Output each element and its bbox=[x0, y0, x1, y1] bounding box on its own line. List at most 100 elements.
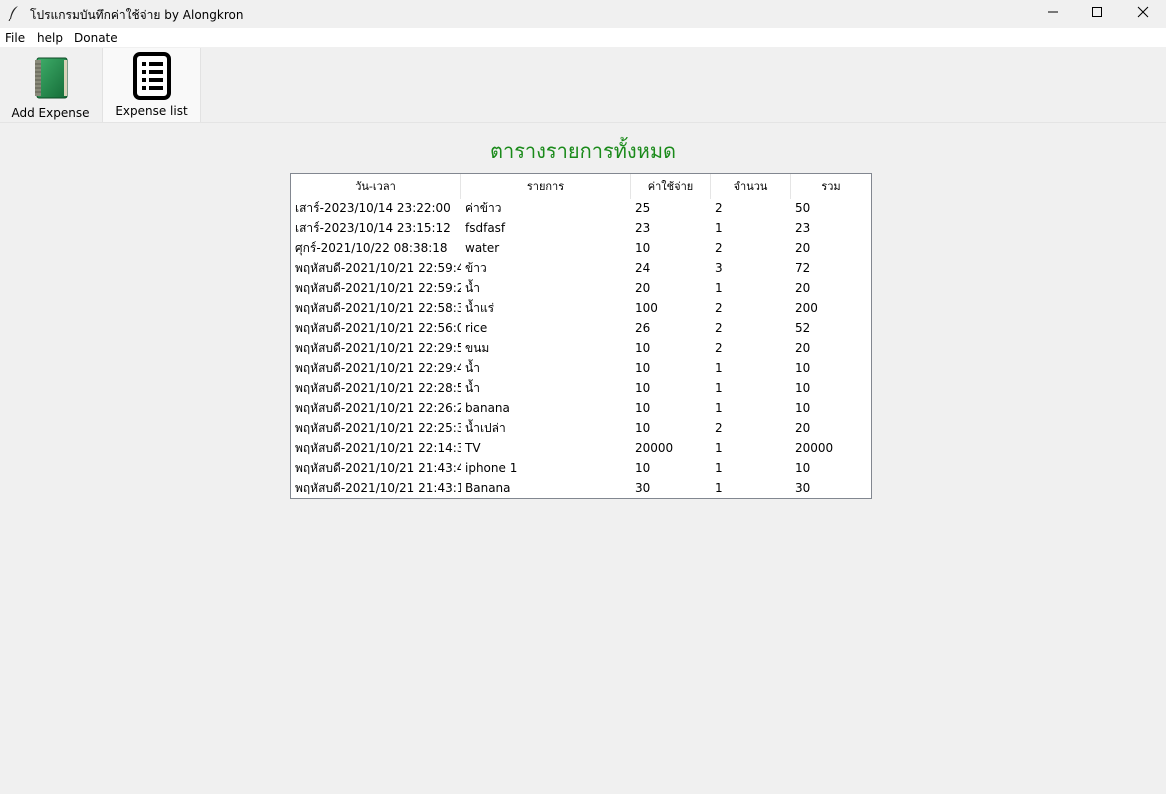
cell-datetime: พฤหัสบดี-2021/10/21 22:59:20 bbox=[295, 281, 461, 295]
cell-datetime: พฤหัสบดี-2021/10/21 22:26:26 bbox=[295, 401, 461, 415]
cell-total: 20 bbox=[795, 281, 811, 295]
cell-datetime: เสาร์-2023/10/14 23:15:12 bbox=[295, 221, 451, 235]
table-row[interactable]: พฤหัสบดี-2021/10/21 22:29:52 ขนม 10 2 20 bbox=[291, 338, 871, 358]
expense-table[interactable]: วัน-เวลา รายการ ค่าใช้จ่าย จำนวน รวม เสา… bbox=[290, 173, 872, 499]
cell-cost: 20 bbox=[635, 281, 651, 295]
close-button[interactable] bbox=[1120, 0, 1166, 26]
cell-cost: 10 bbox=[635, 401, 651, 415]
cell-datetime: พฤหัสบดี-2021/10/21 22:58:33 bbox=[295, 301, 461, 315]
table-row[interactable]: พฤหัสบดี-2021/10/21 22:59:20 น้ำ 20 1 20 bbox=[291, 278, 871, 298]
cell-item: ค่าข้าว bbox=[465, 201, 502, 215]
cell-quantity: 1 bbox=[715, 401, 723, 415]
cell-item: fsdfasf bbox=[465, 221, 506, 235]
cell-cost: 23 bbox=[635, 221, 651, 235]
cell-quantity: 1 bbox=[715, 441, 723, 455]
table-row[interactable]: พฤหัสบดี-2021/10/21 22:58:33 น้ำแร่ 100 2 20… bbox=[291, 298, 871, 318]
cell-cost: 24 bbox=[635, 261, 651, 275]
close-icon bbox=[1137, 6, 1149, 21]
cell-item: น้ำ bbox=[465, 281, 480, 295]
cell-cost: 25 bbox=[635, 201, 651, 215]
table-row[interactable]: พฤหัสบดี-2021/10/21 22:26:26 banana 10 1 10 bbox=[291, 398, 871, 418]
expense-list-button[interactable]: Expense list bbox=[102, 48, 201, 122]
cell-total: 20000 bbox=[795, 441, 834, 455]
cell-item: rice bbox=[465, 321, 488, 335]
cell-quantity: 1 bbox=[715, 361, 723, 375]
menu-file[interactable]: File bbox=[5, 31, 25, 45]
minimize-icon bbox=[1047, 6, 1059, 21]
cell-quantity: 1 bbox=[715, 381, 723, 395]
page-title: ตารางรายการทั้งหมด bbox=[489, 139, 677, 163]
cell-quantity: 1 bbox=[715, 221, 723, 235]
menu-help[interactable]: help bbox=[37, 31, 63, 45]
cell-total: 23 bbox=[795, 221, 811, 235]
cell-total: 20 bbox=[795, 341, 811, 355]
maximize-icon bbox=[1091, 6, 1103, 21]
table-row[interactable]: ศุกร์-2021/10/22 08:38:18 water 10 2 20 bbox=[291, 238, 871, 258]
cell-total: 20 bbox=[795, 421, 811, 435]
cell-datetime: พฤหัสบดี-2021/10/21 22:29:43 bbox=[295, 361, 461, 375]
cell-datetime: พฤหัสบดี-2021/10/21 22:59:44 bbox=[295, 261, 461, 275]
table-row[interactable]: พฤหัสบดี-2021/10/21 21:43:44 iphone 1 10 1 1… bbox=[291, 458, 871, 478]
cell-item: Banana bbox=[465, 481, 511, 495]
cell-cost: 10 bbox=[635, 381, 651, 395]
cell-quantity: 3 bbox=[715, 261, 723, 275]
cell-cost: 10 bbox=[635, 421, 651, 435]
table-header: วัน-เวลา รายการ ค่าใช้จ่าย จำนวน รวม bbox=[291, 174, 871, 199]
cell-cost: 10 bbox=[635, 461, 651, 475]
cell-item: น้ำ bbox=[465, 381, 480, 395]
cell-cost: 10 bbox=[635, 361, 651, 375]
cell-total: 10 bbox=[795, 461, 811, 475]
cell-datetime: พฤหัสบดี-2021/10/21 22:28:58 bbox=[295, 381, 461, 395]
cell-item: TV bbox=[465, 441, 481, 455]
table-row[interactable]: พฤหัสบดี-2021/10/21 22:25:33 น้ำเปล่า 10 2 2… bbox=[291, 418, 871, 438]
column-header-datetime[interactable]: วัน-เวลา bbox=[291, 174, 461, 199]
column-header-quantity[interactable]: จำนวน bbox=[711, 174, 791, 199]
expense-list-label: Expense list bbox=[115, 104, 188, 118]
cell-quantity: 1 bbox=[715, 281, 723, 295]
table-row[interactable]: พฤหัสบดี-2021/10/21 22:56:00 rice 26 2 52 bbox=[291, 318, 871, 338]
table-row[interactable]: พฤหัสบดี-2021/10/21 21:43:17 Banana 30 1 30 bbox=[291, 478, 871, 498]
maximize-button[interactable] bbox=[1074, 0, 1120, 26]
feather-icon bbox=[8, 5, 20, 22]
cell-cost: 100 bbox=[635, 301, 658, 315]
cell-datetime: พฤหัสบดี-2021/10/21 21:43:17 bbox=[295, 481, 461, 495]
minimize-button[interactable] bbox=[1030, 0, 1076, 26]
cell-item: น้ำแร่ bbox=[465, 301, 495, 315]
window-title: โปรแกรมบันทึกค่าใช้จ่าย by Alongkron bbox=[30, 8, 244, 22]
column-header-total[interactable]: รวม bbox=[791, 174, 871, 199]
cell-cost: 30 bbox=[635, 481, 651, 495]
table-row[interactable]: พฤหัสบดี-2021/10/21 22:28:58 น้ำ 10 1 10 bbox=[291, 378, 871, 398]
cell-quantity: 2 bbox=[715, 421, 723, 435]
table-row[interactable]: พฤหัสบดี-2021/10/21 22:29:43 น้ำ 10 1 10 bbox=[291, 358, 871, 378]
cell-cost: 10 bbox=[635, 241, 651, 255]
cell-datetime: ศุกร์-2021/10/22 08:38:18 bbox=[295, 241, 448, 255]
cell-cost: 10 bbox=[635, 341, 651, 355]
menu-bar: File help Donate bbox=[0, 28, 1166, 47]
add-expense-label: Add Expense bbox=[11, 106, 90, 120]
cell-total: 200 bbox=[795, 301, 818, 315]
cell-quantity: 2 bbox=[715, 301, 723, 315]
list-document-icon bbox=[132, 51, 172, 104]
table-row[interactable]: พฤหัสบดี-2021/10/21 22:59:44 ข้าว 24 3 72 bbox=[291, 258, 871, 278]
table-row[interactable]: เสาร์-2023/10/14 23:15:12 fsdfasf 23 1 23 bbox=[291, 218, 871, 238]
table-row[interactable]: เสาร์-2023/10/14 23:22:00 ค่าข้าว 25 2 50 bbox=[291, 198, 871, 218]
cell-item: ขนม bbox=[465, 341, 490, 355]
cell-datetime: พฤหัสบดี-2021/10/21 22:14:33 bbox=[295, 441, 461, 455]
cell-datetime: พฤหัสบดี-2021/10/21 22:29:52 bbox=[295, 341, 461, 355]
cell-total: 52 bbox=[795, 321, 811, 335]
cell-total: 50 bbox=[795, 201, 811, 215]
table-row[interactable]: พฤหัสบดี-2021/10/21 22:14:33 TV 20000 1 2000… bbox=[291, 438, 871, 458]
menu-donate[interactable]: Donate bbox=[74, 31, 118, 45]
column-header-item[interactable]: รายการ bbox=[461, 174, 631, 199]
cell-datetime: เสาร์-2023/10/14 23:22:00 bbox=[295, 201, 451, 215]
add-expense-button[interactable]: Add Expense bbox=[0, 48, 101, 122]
green-notebook-icon bbox=[33, 56, 69, 103]
cell-item: ข้าว bbox=[465, 261, 487, 275]
cell-item: water bbox=[465, 241, 500, 255]
table-body: เสาร์-2023/10/14 23:22:00 ค่าข้าว 25 2 50 เสา… bbox=[291, 198, 871, 498]
cell-cost: 26 bbox=[635, 321, 651, 335]
cell-total: 10 bbox=[795, 381, 811, 395]
column-header-cost[interactable]: ค่าใช้จ่าย bbox=[631, 174, 711, 199]
cell-quantity: 2 bbox=[715, 201, 723, 215]
toolbar-divider bbox=[0, 122, 1166, 123]
